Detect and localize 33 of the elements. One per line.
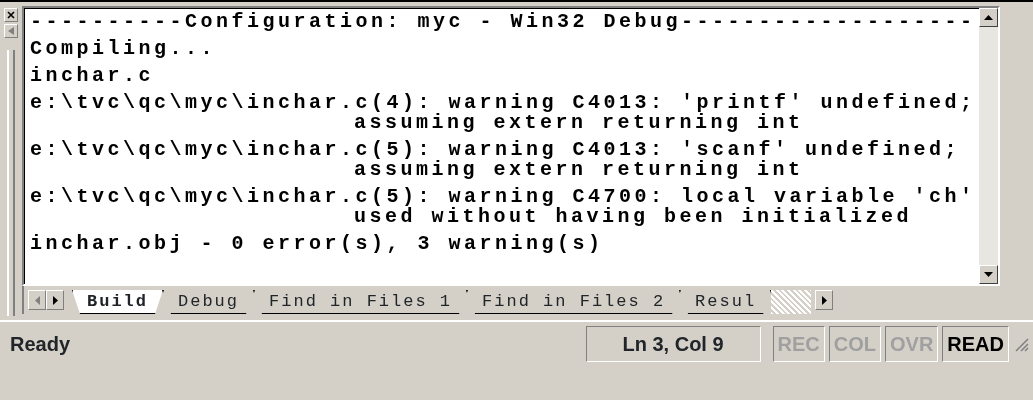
tab-strip-filler: [771, 290, 812, 314]
panel-tab[interactable]: Resul: [680, 290, 772, 314]
collapse-button[interactable]: [4, 24, 18, 38]
vertical-scrollbar[interactable]: [979, 8, 998, 284]
output-line-continuation: assuming extern returning int: [354, 113, 805, 133]
resize-grip-icon[interactable]: [1013, 336, 1029, 352]
panel-tab[interactable]: Find in Files 2: [467, 290, 681, 314]
close-button[interactable]: [4, 8, 18, 22]
tab-scroll-left-button[interactable]: [28, 290, 46, 310]
status-message: Ready: [10, 332, 71, 357]
status-indicator: READ: [942, 326, 1009, 362]
dock-grip[interactable]: [7, 50, 15, 316]
panel-tab[interactable]: Debug: [163, 290, 255, 314]
output-line: inchar.obj - 0 error(s), 3 warning(s): [30, 234, 605, 254]
tab-scroll-right-button[interactable]: [46, 290, 64, 310]
output-line-continuation: used without having been initialized: [354, 207, 914, 227]
scroll-up-icon[interactable]: [984, 15, 993, 20]
output-line: Compiling...: [30, 39, 218, 59]
cursor-position: Ln 3, Col 9: [585, 326, 761, 362]
output-line: e:\tvc\qc\myc\inchar.c(5): warning C4700: local variable 'ch': [30, 187, 977, 207]
right-arrow-icon: [821, 295, 827, 305]
tab-scroll-right-end-button[interactable]: [815, 290, 834, 310]
output-line: e:\tvc\qc\myc\inchar.c(4): warning C4013: 'printf' undefined;: [30, 93, 977, 113]
output-line: ----------Configuration: myc - Win32 Debug-------------------: [30, 12, 977, 32]
left-arrow-icon: [34, 295, 40, 305]
output-line: inchar.c: [30, 66, 155, 86]
panel-tab[interactable]: Build: [72, 290, 163, 314]
output-line-continuation: assuming extern returning int: [354, 160, 805, 180]
left-arrow-icon: [8, 27, 14, 35]
panel-tab[interactable]: Find in Files 1: [254, 290, 468, 314]
right-arrow-icon: [52, 295, 58, 305]
output-line: e:\tvc\qc\myc\inchar.c(5): warning C4013: 'scanf' undefined;: [30, 140, 962, 160]
scroll-down-icon[interactable]: [984, 272, 993, 277]
